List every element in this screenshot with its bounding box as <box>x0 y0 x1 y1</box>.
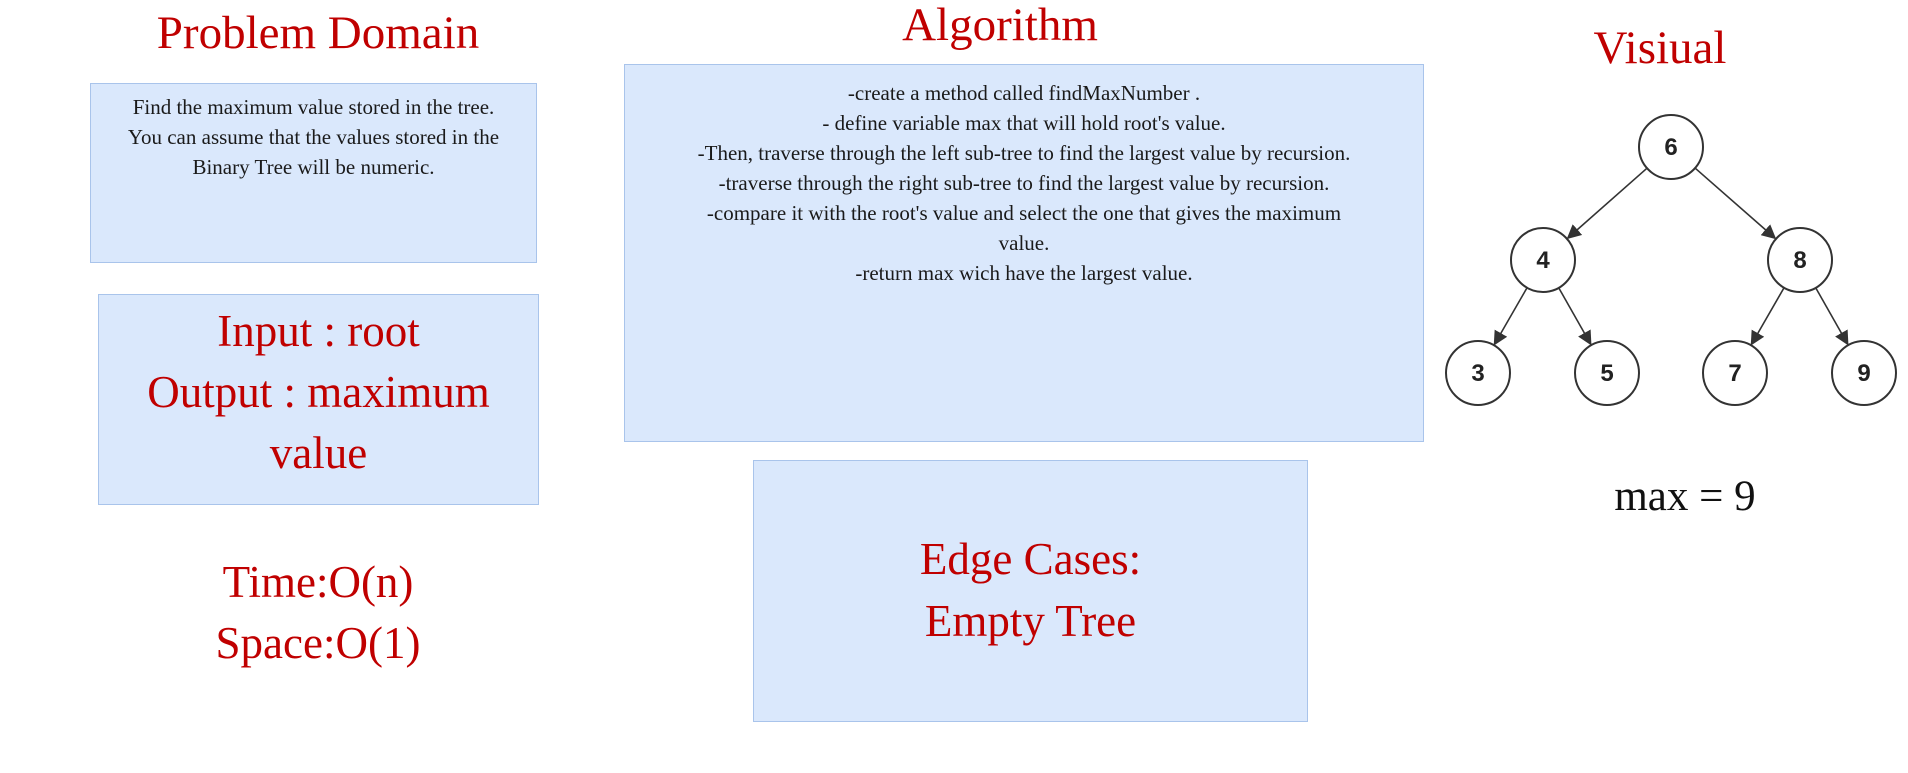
visual-heading: Visiual <box>1593 22 1727 74</box>
tree-nodes: 6 4 8 3 5 7 9 <box>1445 114 1897 406</box>
tree-node: 7 <box>1702 340 1768 406</box>
tree-node: 5 <box>1574 340 1640 406</box>
problem-description-box: Find the maximum value stored in the tre… <box>90 83 537 263</box>
problem-description-line: Find the maximum value stored in the tre… <box>132 95 495 119</box>
time-complexity: Time:O(n) <box>222 557 414 607</box>
tree-node: 9 <box>1831 340 1897 406</box>
algorithm-step: - define variable max that will hold roo… <box>822 111 1226 135</box>
tree-node-label: 6 <box>1664 134 1677 161</box>
diagram-canvas: Problem Domain Find the maximum value st… <box>0 0 1908 773</box>
input-label: Input : root <box>217 306 420 356</box>
tree-edge-n8-n7 <box>1750 287 1785 346</box>
problem-domain-heading: Problem Domain <box>156 7 480 59</box>
input-output-box: Input : root Output : maximum value <box>98 294 539 505</box>
tree-node-label: 7 <box>1728 360 1741 387</box>
algorithm-step: -traverse through the right sub-tree to … <box>718 171 1330 195</box>
tree-edge-n4-n5 <box>1558 287 1592 346</box>
tree-edge-n6-n8 <box>1694 167 1777 240</box>
tree-node-label: 8 <box>1793 247 1806 274</box>
algorithm-step: -compare it with the root's value and se… <box>706 201 1342 225</box>
tree-node-label: 4 <box>1536 247 1550 274</box>
problem-description-line: Binary Tree will be numeric. <box>192 155 435 179</box>
max-result: max = 9 <box>1614 473 1756 520</box>
tree-node: 8 <box>1767 227 1833 293</box>
algorithm-step: -return max wich have the largest value. <box>855 261 1193 285</box>
tree-node: 4 <box>1510 227 1576 293</box>
problem-description-line: You can assume that the values stored in… <box>127 125 500 149</box>
tree-edge-n4-n3 <box>1493 287 1528 346</box>
tree-node: 3 <box>1445 340 1511 406</box>
space-complexity: Space:O(1) <box>215 618 421 668</box>
edge-case-item: Empty Tree <box>924 596 1137 646</box>
tree-node-label: 5 <box>1600 360 1613 387</box>
complexity-block: Time:O(n) Space:O(1) <box>118 552 518 674</box>
tree-edge-n8-n9 <box>1815 287 1849 346</box>
binary-tree-diagram: 6 4 8 3 5 7 9 <box>1445 114 1897 406</box>
edge-cases-box: Edge Cases: Empty Tree <box>753 460 1308 722</box>
tree-edge-n6-n4 <box>1566 167 1648 240</box>
algorithm-steps-box: -create a method called findMaxNumber . … <box>624 64 1424 442</box>
tree-node-label: 3 <box>1471 360 1484 387</box>
algorithm-step: -create a method called findMaxNumber . <box>847 81 1201 105</box>
output-label: Output : maximum <box>147 367 490 417</box>
tree-node: 6 <box>1638 114 1704 180</box>
edge-cases-label: Edge Cases: <box>919 534 1142 584</box>
output-label-continued: value <box>269 428 368 478</box>
algorithm-step: value. <box>998 231 1050 255</box>
algorithm-step: -Then, traverse through the left sub-tre… <box>697 141 1351 165</box>
tree-node-label: 9 <box>1857 360 1870 387</box>
algorithm-heading: Algorithm <box>902 0 1098 51</box>
